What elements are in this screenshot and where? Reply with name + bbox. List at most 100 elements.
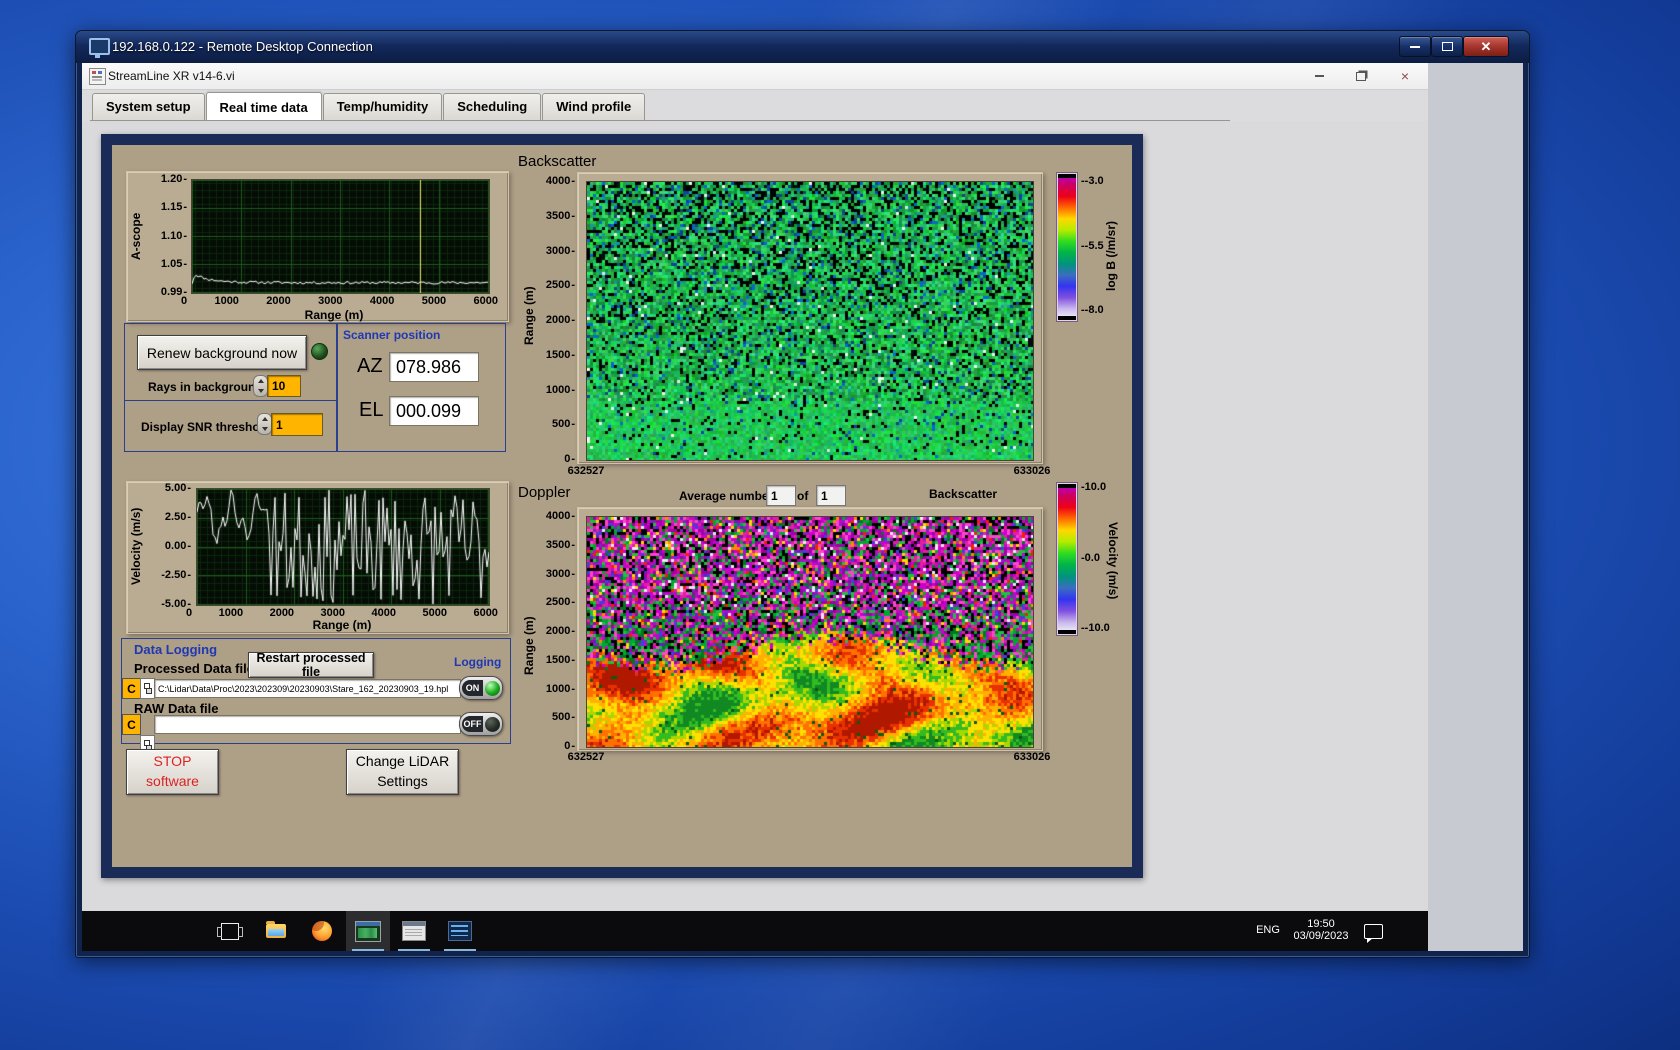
raw-drive-select[interactable]: C	[122, 714, 141, 735]
tick-label: 1000	[546, 384, 575, 396]
backscatter-switch-label: Backscatter	[929, 487, 998, 501]
backscatter-colorbar	[1057, 173, 1077, 321]
doppler-y-ticks: 40003500300025002000150010005000	[535, 510, 575, 752]
app-titlebar[interactable]: StreamLine XR v14-6.vi ×	[82, 63, 1428, 90]
app-minimize-button[interactable]	[1304, 67, 1334, 85]
el-field[interactable]: 000.099	[389, 396, 479, 426]
tick-label: -8.0	[1081, 304, 1104, 317]
tick-label: 4000	[546, 510, 575, 522]
processed-data-file-label: Processed Data file	[134, 661, 254, 676]
tick-label: 2.50	[165, 511, 191, 523]
tick-label: -2.50	[161, 569, 191, 581]
logging-off-toggle[interactable]: OFF	[459, 712, 503, 736]
tick-label: 4000	[369, 295, 395, 307]
firefox-button[interactable]	[300, 911, 344, 951]
clock[interactable]: 19:50 03/09/2023	[1288, 918, 1354, 942]
doppler-plot[interactable]	[586, 516, 1034, 748]
average-value-2[interactable]: 1	[816, 485, 846, 506]
tick-label: 1000	[218, 607, 244, 619]
raw-path-field[interactable]	[154, 715, 461, 734]
language-indicator[interactable]: ENG	[1250, 924, 1286, 936]
tab-temp-humidity[interactable]: Temp/humidity	[322, 93, 443, 120]
restart-processed-file-button[interactable]: Restart processed file	[248, 651, 374, 679]
log-viewer-button[interactable]	[438, 911, 482, 951]
task-view-button[interactable]	[208, 911, 252, 951]
front-panel: 1.201.151.101.050.99 A-scope 01000200030…	[82, 121, 1428, 911]
tab-real-time-data[interactable]: Real time data	[205, 92, 322, 121]
velocity-y-ticks: 5.002.500.00-2.50-5.00	[149, 482, 191, 610]
rdp-window: 192.168.0.122 - Remote Desktop Connectio…	[75, 30, 1530, 958]
az-label: AZ	[357, 355, 383, 377]
notification-icon[interactable]	[1364, 924, 1383, 943]
ascope-plot[interactable]	[191, 179, 490, 294]
tick-label: 1.20	[161, 173, 187, 185]
tick-label: 0	[181, 295, 188, 307]
clock-date: 03/09/2023	[1293, 930, 1349, 942]
backscatter-x-end-label: 633026	[1013, 465, 1051, 477]
log-viewer-icon	[448, 921, 472, 941]
backscatter-title: Backscatter	[518, 153, 597, 170]
logging-on-toggle[interactable]: ON	[459, 676, 503, 700]
tab-bar: System setup Real time data Temp/humidit…	[92, 92, 646, 121]
rdp-titlebar[interactable]: 192.168.0.122 - Remote Desktop Connectio…	[76, 31, 1529, 63]
tick-label: -3.0	[1081, 175, 1104, 188]
stop-software-button[interactable]: STOP software	[126, 749, 219, 795]
tick-label: 2500	[546, 596, 575, 608]
az-field[interactable]: 078.986	[389, 352, 479, 382]
average-value-1[interactable]: 1	[766, 485, 796, 506]
tick-label: 1500	[546, 654, 575, 666]
velocity-plot[interactable]	[196, 488, 490, 606]
raw-data-file-label: RAW Data file	[134, 701, 219, 716]
snr-value-field[interactable]: 1	[271, 413, 323, 436]
tick-label: 500	[552, 711, 575, 723]
average-number-label: Average number	[679, 489, 774, 503]
app-close-button[interactable]: ×	[1390, 67, 1420, 85]
tick-label: 3000	[318, 295, 343, 307]
tick-label: 1.15	[161, 201, 187, 213]
processed-path-field[interactable]: C:\Lidar\Data\Proc\2023\202309\20230903\…	[154, 679, 461, 698]
scan-scheduler-button[interactable]	[392, 911, 436, 951]
tick-label: 1.05	[161, 258, 187, 270]
doppler-x-end-label: 633026	[1013, 751, 1051, 763]
tick-label: 3000	[546, 568, 575, 580]
processed-browse-button[interactable]	[140, 678, 155, 699]
renew-background-button[interactable]: Renew background now	[137, 335, 307, 370]
tick-label: 3500	[546, 539, 575, 551]
rays-spinner[interactable]	[253, 375, 268, 397]
rdp-computer-icon	[89, 38, 110, 58]
logging-label: Logging	[454, 655, 502, 669]
streamline-app-icon	[355, 920, 381, 942]
tick-label: 6000	[473, 607, 498, 619]
backscatter-range-label: Range (m)	[522, 286, 536, 346]
rdp-title: 192.168.0.122 - Remote Desktop Connectio…	[112, 39, 373, 54]
file-explorer-button[interactable]	[254, 911, 298, 951]
snr-spinner[interactable]	[257, 413, 272, 435]
of-label: of	[797, 489, 809, 503]
tab-wind-profile[interactable]: Wind profile	[542, 93, 646, 120]
tab-system-setup[interactable]: System setup	[92, 93, 205, 120]
backscatter-y-ticks: 4000 3500 3000 2500 2000 1500 1000 500 0	[535, 175, 575, 465]
tick-label: 2000	[546, 625, 575, 637]
app-restore-button[interactable]	[1346, 67, 1376, 85]
rdp-client-padding	[1428, 63, 1523, 951]
streamline-app-button[interactable]	[346, 911, 390, 951]
rays-value-field[interactable]: 10	[267, 375, 301, 397]
taskbar: ENG 19:50 03/09/2023	[82, 911, 1428, 951]
tab-scheduling[interactable]: Scheduling	[443, 93, 542, 120]
processed-drive-select[interactable]: C	[122, 678, 141, 699]
tick-label: 6000	[473, 295, 498, 307]
vi-icon	[89, 68, 106, 85]
backscatter-plot[interactable]	[586, 181, 1034, 461]
tick-label: 10.0	[1081, 481, 1106, 494]
tick-label: 5000	[421, 295, 447, 307]
rdp-close-button[interactable]: ✕	[1463, 36, 1509, 57]
backscatter-colorbar-label: log B (/m/sr)	[1104, 221, 1118, 292]
change-lidar-settings-button[interactable]: Change LiDAR Settings	[346, 749, 459, 795]
rdp-maximize-button[interactable]	[1431, 36, 1463, 57]
doppler-colorbar-label: Velocity (m/s)	[1106, 522, 1120, 600]
scanner-position-title: Scanner position	[343, 328, 441, 342]
tick-label: 1000	[546, 683, 575, 695]
tick-label: 3500	[546, 210, 575, 222]
rdp-minimize-button[interactable]	[1399, 36, 1431, 57]
task-view-icon	[217, 922, 243, 940]
